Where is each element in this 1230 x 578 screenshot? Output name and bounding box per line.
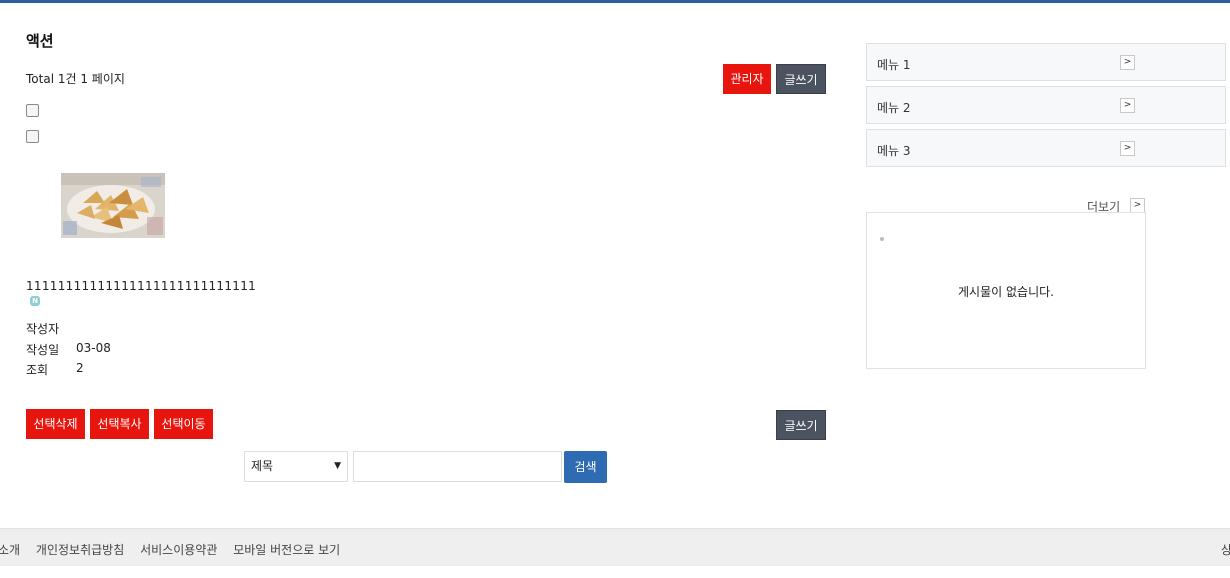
sidebar-menu-2[interactable]: 메뉴 2 > (866, 86, 1226, 124)
sidebar-menu-1[interactable]: 메뉴 1 > (866, 43, 1226, 81)
search-button[interactable]: 검색 (564, 451, 607, 483)
top-accent-bar (0, 0, 1230, 3)
post-date-row: 작성일 03-08 (26, 341, 111, 358)
sidebar-menu-label: 메뉴 1 (877, 58, 911, 72)
footer-link-privacy[interactable]: 개인정보취급방침 (36, 543, 124, 557)
new-post-icon: N (30, 296, 40, 306)
search-field-select[interactable]: 제목 ▼ (244, 451, 348, 482)
admin-button[interactable]: 관리자 (723, 64, 771, 94)
write-button-bottom[interactable]: 글쓰기 (776, 410, 826, 440)
sidebar-menu-3[interactable]: 메뉴 3 > (866, 129, 1226, 167)
bullet-dot-icon (880, 237, 884, 241)
post-thumbnail[interactable] (61, 173, 165, 238)
search-field-value: 제목 (251, 459, 274, 473)
board-total-count: Total 1건 1 페이지 (26, 72, 125, 86)
chevron-right-icon[interactable]: > (1120, 98, 1135, 113)
more-chevron-icon[interactable]: > (1130, 198, 1145, 213)
post-subject-link[interactable]: 11111111111111111111111111111 (26, 279, 256, 293)
thumbnail-image (61, 173, 165, 238)
select-all-checkbox[interactable] (26, 104, 39, 117)
board-title: 액션 (26, 32, 54, 50)
delete-selected-button[interactable]: 선택삭제 (26, 409, 85, 439)
views-label: 조회 (26, 363, 49, 377)
post-author-row: 작성자 (26, 320, 59, 337)
move-selected-button[interactable]: 선택이동 (154, 409, 213, 439)
footer-right-text[interactable]: 상 (1221, 541, 1230, 558)
post-checkbox[interactable] (26, 130, 39, 143)
author-label: 작성자 (26, 322, 60, 336)
footer-links: 소개 개인정보취급방침 서비스이용약관 모바일 버전으로 보기 (0, 541, 352, 558)
dropdown-arrow-icon: ▼ (334, 461, 341, 471)
date-value: 03-08 (76, 341, 111, 355)
sidebar-menu-label: 메뉴 2 (877, 101, 911, 115)
empty-posts-message: 게시물이 없습니다. (958, 285, 1054, 299)
search-input[interactable] (353, 451, 562, 482)
footer-link-about[interactable]: 소개 (0, 543, 20, 557)
views-value: 2 (76, 361, 84, 375)
sidebar-menu-label: 메뉴 3 (877, 144, 911, 158)
chevron-right-icon[interactable]: > (1120, 55, 1135, 70)
write-button-top[interactable]: 글쓰기 (776, 64, 826, 94)
footer-link-mobile[interactable]: 모바일 버전으로 보기 (233, 543, 340, 557)
post-views-row: 조회 2 (26, 361, 84, 378)
site-footer: 소개 개인정보취급방침 서비스이용약관 모바일 버전으로 보기 상 (0, 528, 1230, 566)
chevron-right-icon[interactable]: > (1120, 141, 1135, 156)
date-label: 작성일 (26, 343, 60, 357)
footer-link-terms[interactable]: 서비스이용약관 (140, 543, 217, 557)
copy-selected-button[interactable]: 선택복사 (90, 409, 149, 439)
